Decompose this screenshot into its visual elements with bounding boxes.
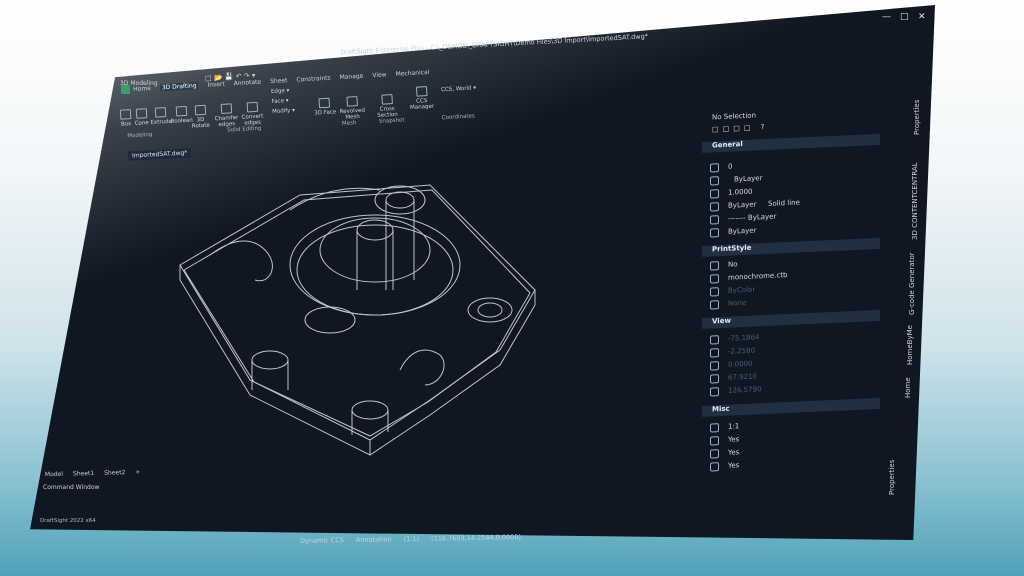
attached-icon <box>710 287 719 297</box>
scale-icon <box>710 189 719 199</box>
status-annotation[interactable]: Annotation <box>356 535 392 544</box>
center-z-icon <box>710 361 719 371</box>
ucs-icon <box>710 436 719 446</box>
center-x-icon <box>710 335 719 345</box>
tab-sheet2[interactable]: Sheet2 <box>104 469 125 477</box>
tab-sheet[interactable]: Sheet <box>270 77 288 85</box>
chamfer-edges-button[interactable]: Chamfer edges <box>214 103 239 128</box>
ccs-world-select[interactable]: CCS, World ▾ <box>441 85 476 93</box>
rotate-3d-button[interactable]: 3D Rotate <box>190 104 211 130</box>
transparency-icon <box>710 228 719 238</box>
printstyle-icon <box>710 261 719 271</box>
bottom-properties-tab[interactable]: Properties <box>888 460 896 495</box>
monitor: — □ ✕ DraftSight Enterprise Plus - C:\_D… <box>0 0 1024 576</box>
ucs-origin-icon <box>710 449 719 459</box>
chamfer-icon <box>220 103 232 114</box>
section-misc[interactable]: Misc <box>702 397 880 417</box>
cone-button[interactable]: Cone <box>134 108 149 127</box>
section-icon <box>380 94 393 105</box>
group-modeling: Modeling <box>127 131 153 140</box>
side-tab-homebyme[interactable]: HomeByMe <box>906 325 914 365</box>
command-window[interactable]: Command Window <box>43 484 99 491</box>
tab-home[interactable]: Home <box>133 85 151 93</box>
wireframe-model[interactable] <box>170 170 550 460</box>
edge-button[interactable]: Edge ▾ <box>271 88 290 95</box>
cross-section-button[interactable]: Cross Section <box>373 94 400 119</box>
section-general[interactable]: General <box>702 133 880 153</box>
convert-icon <box>246 101 258 113</box>
ucs-viewport-icon <box>710 462 719 472</box>
app-logo <box>121 85 130 94</box>
lineweight-icon <box>710 215 719 225</box>
group-solid-editing: Solid Editing <box>227 125 262 134</box>
ccs-manager-button[interactable]: CCS Manager <box>407 86 436 112</box>
table-icon <box>710 274 719 284</box>
group-mesh: Mesh <box>341 120 357 127</box>
face-button[interactable]: Face ▾ <box>271 98 288 105</box>
layer-icon <box>710 163 719 173</box>
properties-panel: No Selection □□□□ ? General 0 ByLayer 1.… <box>700 95 895 489</box>
side-tab-3d-contentcentral[interactable]: 3D CONTENTCENTRAL <box>911 162 919 240</box>
side-tab-properties[interactable]: Properties <box>913 100 921 135</box>
ccs-icon <box>415 86 428 97</box>
tab-insert[interactable]: Insert <box>207 81 225 89</box>
add-sheet-icon[interactable]: + <box>135 469 140 476</box>
box-icon <box>119 109 132 120</box>
tab-manage[interactable]: Manage <box>339 73 363 81</box>
height-icon <box>710 374 719 384</box>
linestyle-icon <box>710 202 719 212</box>
status-scale[interactable]: (1:1) <box>404 535 420 543</box>
status-bar: Dynamic CCS Annotation (1:1) (116.7603,1… <box>300 533 521 545</box>
group-coordinates: Coordinates <box>441 113 475 122</box>
scale-icon <box>710 423 719 433</box>
tab-view[interactable]: View <box>372 71 387 79</box>
side-tab-gcode-generator[interactable]: G-code Generator <box>908 252 916 315</box>
box-button[interactable]: Box <box>119 109 132 128</box>
group-snapshot: Snapshot <box>378 117 405 125</box>
3d-face-button[interactable]: 3D Face <box>313 97 336 117</box>
modify-button[interactable]: Modify ▾ <box>272 108 295 115</box>
cone-icon <box>135 108 147 119</box>
app-version: DraftSight 2022 x64 <box>40 518 96 524</box>
face-icon <box>318 97 331 109</box>
tab-sheet1[interactable]: Sheet1 <box>73 470 94 478</box>
status-coordinates: (116.7603,14.2544,0.0000) <box>431 533 522 543</box>
mesh-icon <box>345 96 358 107</box>
side-tab-home[interactable]: Home <box>904 377 912 398</box>
color-icon <box>710 176 719 186</box>
convert-edges-button[interactable]: Convert edges <box>240 101 265 127</box>
section-view[interactable]: View <box>702 309 880 329</box>
width-icon <box>710 387 719 397</box>
maximize-icon[interactable]: □ <box>900 12 909 22</box>
minimize-icon[interactable]: — <box>882 12 891 22</box>
extrude-button[interactable]: Extrude <box>150 107 172 126</box>
rotate-icon <box>194 104 206 116</box>
plot-icon <box>710 300 719 310</box>
close-icon[interactable]: ✕ <box>918 12 926 22</box>
status-dynamic-ccs[interactable]: Dynamic CCS <box>300 536 344 545</box>
center-y-icon <box>710 348 719 358</box>
tab-model[interactable]: Model <box>45 471 63 478</box>
extrude-icon <box>154 107 167 118</box>
revolved-mesh-button[interactable]: Revolved Mesh <box>337 96 366 122</box>
boolean-icon <box>175 105 187 117</box>
